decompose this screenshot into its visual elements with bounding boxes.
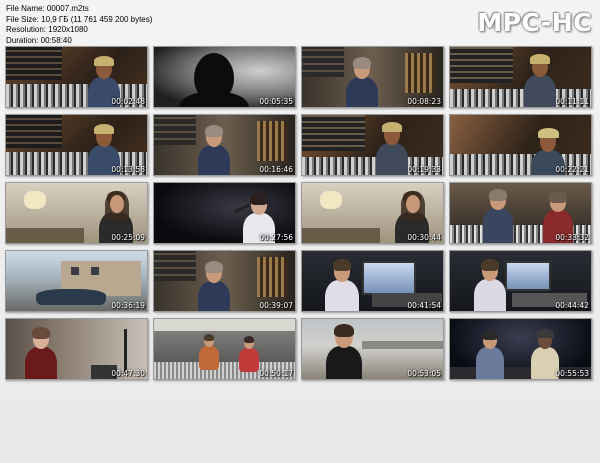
timestamp-label: 00:22:21 (555, 165, 589, 174)
thumbnail-frame: 00:36:19 (5, 250, 148, 312)
timestamp-label: 00:47:30 (111, 369, 145, 378)
timestamp-label: 00:08:23 (407, 97, 441, 106)
timestamp-label: 00:27:56 (259, 233, 293, 242)
thumbnail-frame: 00:47:30 (5, 318, 148, 380)
thumbnail-frame: 00:22:21 (449, 114, 592, 176)
timestamp-label: 00:30:44 (407, 233, 441, 242)
resolution: Resolution: 1920x1080 (6, 25, 88, 35)
thumbnail-frame: 00:44:42 (449, 250, 592, 312)
file-name: File Name: 00007.m2ts (6, 4, 89, 13)
timestamp-label: 00:41:54 (407, 301, 441, 310)
thumbnail-frame: 00:30:44 (301, 182, 444, 244)
thumbnail-frame: 00:08:23 (301, 46, 444, 108)
duration: Duration: 00:58:40 (6, 35, 72, 45)
thumbnail-frame: 00:53:05 (301, 318, 444, 380)
thumbnail-frame: 00:16:46 (153, 114, 296, 176)
thumbnail-grid: 00:02:48 00:05:35 00:08:23 00:11:11 00:1… (5, 46, 597, 460)
timestamp-label: 00:44:42 (555, 301, 589, 310)
timestamp-label: 00:13:58 (111, 165, 145, 174)
file-size: File Size: 10,9 ГБ (11 761 459 200 bytes… (6, 14, 153, 24)
timestamp-label: 00:05:35 (259, 97, 293, 106)
timestamp-label: 00:39:07 (259, 301, 293, 310)
thumbnail-frame: 00:05:35 (153, 46, 296, 108)
timestamp-label: 00:25:09 (111, 233, 145, 242)
thumbnail-frame: 00:50:17 (153, 318, 296, 380)
thumbnail-frame: 00:02:48 (5, 46, 148, 108)
thumbnail-frame: 00:39:07 (153, 250, 296, 312)
thumbnail-frame: 00:27:56 (153, 182, 296, 244)
mpc-hc-logo: MPC-HC (477, 8, 592, 37)
thumbnail-frame: 00:19:33 (301, 114, 444, 176)
thumbnail-frame: 00:25:09 (5, 182, 148, 244)
timestamp-label: 00:33:32 (555, 233, 589, 242)
thumbnail-frame: 00:41:54 (301, 250, 444, 312)
timestamp-label: 00:02:48 (111, 97, 145, 106)
thumbnail-frame: 00:13:58 (5, 114, 148, 176)
thumbnail-frame: 00:33:32 (449, 182, 592, 244)
timestamp-label: 00:11:11 (555, 97, 589, 106)
timestamp-label: 00:55:53 (555, 369, 589, 378)
thumbnail-frame: 00:11:11 (449, 46, 592, 108)
timestamp-label: 00:19:33 (407, 165, 441, 174)
thumbnail-frame: 00:55:53 (449, 318, 592, 380)
timestamp-label: 00:16:46 (259, 165, 293, 174)
file-info: File Name: 00007.m2ts File Size: 10,9 ГБ… (6, 4, 152, 46)
timestamp-label: 00:36:19 (111, 301, 145, 310)
timestamp-label: 00:53:05 (407, 369, 441, 378)
timestamp-label: 00:50:17 (259, 369, 293, 378)
